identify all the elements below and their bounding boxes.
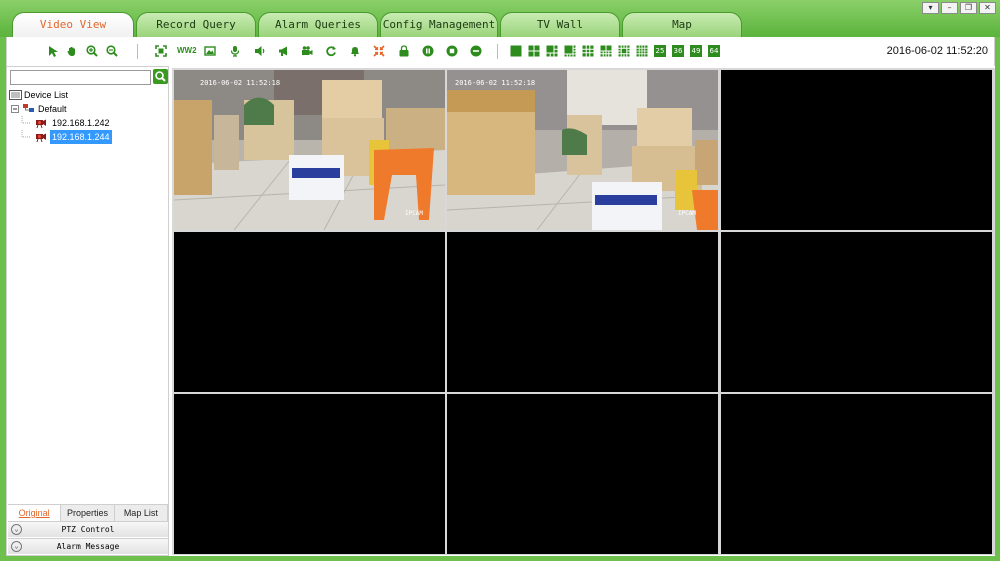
tab-tv-wall[interactable]: TV Wall: [500, 12, 620, 37]
tree-root-label: Device List: [24, 90, 69, 100]
toolbar: WW2 25 36 49 64 2016-06-02 11:52:20: [6, 37, 995, 66]
shrink-icon[interactable]: [373, 45, 385, 57]
tab-properties[interactable]: Properties: [61, 505, 115, 521]
pan-hand-icon[interactable]: [66, 45, 78, 57]
tree-root[interactable]: Device List: [9, 88, 167, 102]
toolbar-separator: [137, 44, 138, 59]
video-grid: 2016-06-02 11:52:18 IPCAM 2016-06-02 11:…: [172, 68, 995, 555]
search-icon: [155, 71, 166, 82]
layout-10-icon[interactable]: [600, 45, 612, 57]
alarm-message-label: Alarm Message: [56, 542, 120, 551]
device-tree: Device List Default 192.168.1.242 192.16…: [9, 88, 167, 144]
speaker-icon[interactable]: [254, 45, 266, 57]
broadcast-icon[interactable]: [278, 45, 290, 57]
layout-49-button[interactable]: 49: [690, 45, 702, 57]
layout-1-icon[interactable]: [510, 45, 522, 57]
layout-4-icon[interactable]: [528, 45, 540, 57]
tab-map[interactable]: Map: [622, 12, 742, 37]
snapshot-icon[interactable]: [204, 45, 216, 57]
device-panel: Device List Default 192.168.1.242 192.16…: [6, 66, 169, 556]
window-controls: ▾ – ❐ ✕: [922, 2, 996, 14]
window-title-bar: Video View Record Query Alarm Queries Co…: [0, 0, 1000, 38]
window-border-right: [995, 37, 1000, 561]
stop-icon[interactable]: [446, 45, 458, 57]
tab-video-view[interactable]: Video View: [12, 12, 134, 38]
zoom-out-icon[interactable]: [106, 45, 118, 57]
select-arrow-icon[interactable]: [47, 45, 59, 57]
camera-name: IPCAM: [404, 210, 423, 217]
camera-timestamp: 2016-06-02 11:52:18: [455, 79, 536, 87]
ptz-control-section[interactable]: ⌄ PTZ Control: [8, 521, 168, 537]
tree-device-row[interactable]: 192.168.1.244: [9, 130, 167, 144]
camera-icon: [36, 119, 46, 129]
camera-icon: [36, 133, 46, 143]
minimize-icon[interactable]: –: [941, 2, 958, 14]
layout-13-icon[interactable]: [618, 45, 630, 57]
video-cell-empty[interactable]: [447, 394, 718, 554]
layout-16-icon[interactable]: [636, 45, 648, 57]
fullscreen-icon[interactable]: [155, 45, 167, 57]
camera-name: IPCAM: [677, 210, 696, 217]
tree-group-label: Default: [38, 104, 67, 114]
minus-circle-icon[interactable]: [470, 45, 482, 57]
video-cell-empty[interactable]: [174, 232, 445, 392]
video-cell[interactable]: 2016-06-02 11:52:18 IPCAM: [174, 70, 445, 230]
restore-icon[interactable]: ❐: [960, 2, 977, 14]
lock-icon[interactable]: [398, 45, 410, 57]
layout-36-button[interactable]: 36: [672, 45, 684, 57]
camera-feed-image: [447, 70, 718, 230]
tab-record-query[interactable]: Record Query: [136, 12, 256, 37]
pause-icon[interactable]: [422, 45, 434, 57]
collapse-icon[interactable]: [11, 105, 19, 113]
toolbar-separator: [497, 44, 498, 59]
group-icon: [23, 104, 34, 112]
tab-alarm-queries[interactable]: Alarm Queries: [258, 12, 378, 37]
device-search-input[interactable]: [10, 70, 151, 85]
video-cell-empty[interactable]: [721, 232, 992, 392]
video-cell-empty[interactable]: [721, 394, 992, 554]
panel-tabs: Original Properties Map List: [8, 504, 168, 521]
current-datetime: 2016-06-02 11:52:20: [886, 45, 988, 57]
menu-down-icon[interactable]: ▾: [922, 2, 939, 14]
layout-8-icon[interactable]: [564, 45, 576, 57]
layout-6-icon[interactable]: [546, 45, 558, 57]
device-label-selected: 192.168.1.244: [50, 130, 112, 144]
window-border-bottom: [0, 556, 1000, 561]
layout-25-button[interactable]: 25: [654, 45, 666, 57]
camera-timestamp: 2016-06-02 11:52:18: [200, 79, 281, 87]
tree-device-row[interactable]: 192.168.1.242: [9, 116, 167, 130]
search-button[interactable]: [153, 69, 168, 84]
layout-64-button[interactable]: 64: [708, 45, 720, 57]
refresh-icon[interactable]: [325, 45, 337, 57]
close-icon[interactable]: ✕: [979, 2, 996, 14]
device-list-icon: [9, 90, 22, 100]
alarm-bell-icon[interactable]: [349, 45, 361, 57]
tree-group-default[interactable]: Default: [9, 102, 167, 116]
ptz-control-label: PTZ Control: [61, 525, 115, 534]
alarm-message-section[interactable]: ⌄ Alarm Message: [8, 538, 168, 554]
layout-9-icon[interactable]: [582, 45, 594, 57]
tab-config-management[interactable]: Config Management: [380, 12, 498, 37]
video-cell-empty[interactable]: [174, 394, 445, 554]
device-label: 192.168.1.242: [52, 118, 110, 128]
tab-original[interactable]: Original: [8, 505, 62, 521]
camera-feed-image: [174, 70, 445, 230]
record-camera-icon[interactable]: [301, 45, 313, 57]
ww2-icon[interactable]: WW2: [177, 46, 197, 58]
tab-map-list[interactable]: Map List: [114, 505, 168, 521]
microphone-icon[interactable]: [229, 45, 241, 57]
video-cell-selected[interactable]: 2016-06-02 11:52:18 IPCAM: [447, 70, 718, 230]
video-cell-empty[interactable]: [447, 232, 718, 392]
zoom-in-icon[interactable]: [86, 45, 98, 57]
video-cell-empty[interactable]: [721, 70, 992, 230]
